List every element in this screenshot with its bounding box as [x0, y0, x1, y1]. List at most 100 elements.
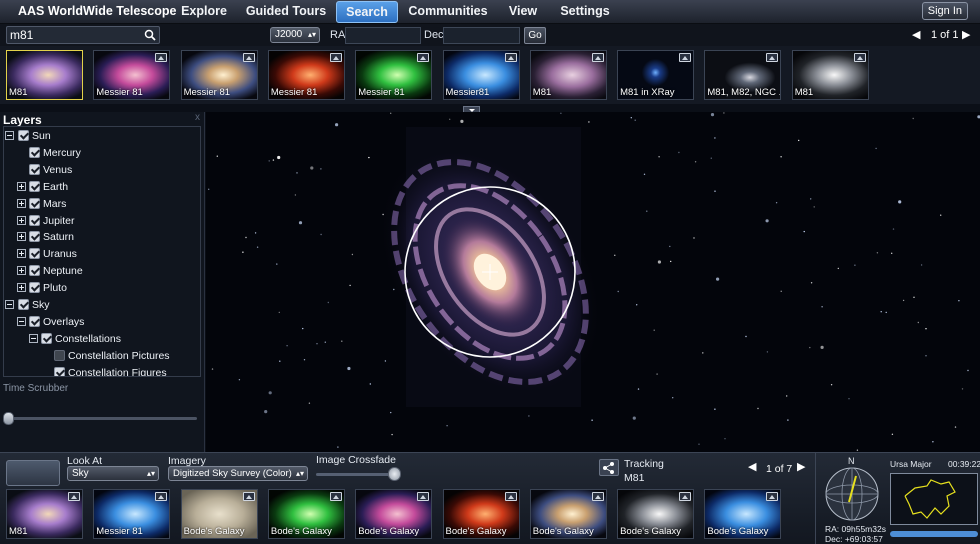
layer-checkbox[interactable]	[29, 180, 40, 192]
layer-checkbox[interactable]	[29, 315, 40, 327]
result-thumbnail[interactable]: Messier 81	[355, 50, 433, 100]
result-thumbnail[interactable]: M81, M82, NGC ...	[704, 50, 782, 100]
result-thumbnail[interactable]: Bode's Galaxy	[529, 489, 607, 539]
star	[460, 119, 464, 123]
layer-checkbox[interactable]	[29, 197, 40, 209]
layer-row[interactable]: Neptune	[4, 263, 200, 279]
star	[693, 237, 695, 239]
constellation-scroll[interactable]	[890, 531, 978, 537]
sky-view[interactable]	[206, 112, 980, 452]
constellation-map[interactable]	[890, 473, 978, 525]
star	[637, 388, 640, 390]
globe-compass-icon[interactable]	[824, 466, 880, 522]
menu-communities[interactable]: Communities	[406, 0, 490, 24]
result-thumbnail[interactable]: M81	[529, 50, 607, 100]
result-thumbnail[interactable]: Bode's Galaxy	[267, 489, 345, 539]
collapse-icon[interactable]	[17, 316, 26, 326]
layer-checkbox[interactable]	[29, 231, 40, 243]
menu-guided-tours[interactable]: Guided Tours	[244, 0, 328, 24]
result-thumbnail[interactable]: M81 in XRay	[617, 50, 695, 100]
layer-checkbox[interactable]	[54, 349, 65, 361]
layer-checkbox[interactable]	[41, 332, 52, 344]
results-next-icon[interactable]: ▶	[962, 28, 970, 41]
layer-checkbox[interactable]	[29, 163, 40, 175]
layer-row[interactable]: Saturn	[4, 229, 200, 245]
collapse-icon[interactable]	[29, 333, 38, 343]
time-scrubber-handle[interactable]	[3, 412, 14, 425]
menu-view[interactable]: View	[500, 0, 546, 24]
layer-row[interactable]: Constellation Pictures	[4, 348, 200, 364]
tracking-value: M81	[624, 472, 645, 484]
time-scrubber-track[interactable]	[5, 417, 197, 420]
layer-row[interactable]: Mars	[4, 196, 200, 212]
layer-checkbox[interactable]	[29, 146, 40, 158]
layer-row[interactable]: Sky	[4, 297, 200, 313]
layer-checkbox[interactable]	[29, 265, 40, 277]
result-thumbnail[interactable]: Bode's Galaxy	[617, 489, 695, 539]
layer-row[interactable]: Jupiter	[4, 213, 200, 229]
expand-icon[interactable]	[17, 181, 26, 191]
context-next-icon[interactable]: ▶	[797, 460, 805, 473]
layer-checkbox[interactable]	[18, 299, 29, 310]
close-icon[interactable]: x	[195, 112, 200, 123]
look-at-sky-icon[interactable]	[6, 460, 60, 486]
star	[276, 263, 278, 265]
result-thumbnail[interactable]: Messier 81	[267, 50, 345, 100]
epoch-select[interactable]: J2000 ▴▾	[270, 27, 320, 43]
layer-checkbox[interactable]	[29, 214, 40, 226]
ra-field[interactable]	[345, 27, 421, 44]
expand-icon[interactable]	[17, 232, 26, 242]
search-icon[interactable]	[144, 29, 156, 41]
menu-settings[interactable]: Settings	[556, 0, 614, 24]
thumbnail-caption: Bode's Galaxy	[445, 526, 507, 537]
layer-row[interactable]: Overlays	[4, 314, 200, 330]
result-thumbnail[interactable]: Bode's Galaxy	[180, 489, 258, 539]
result-thumbnail[interactable]: Messier 81	[93, 50, 171, 100]
menu-search[interactable]: Search	[336, 1, 398, 23]
expand-icon[interactable]	[17, 266, 26, 276]
expand-icon[interactable]	[17, 215, 26, 225]
star	[634, 119, 636, 121]
result-thumbnail[interactable]: Bode's Galaxy	[442, 489, 520, 539]
layer-checkbox[interactable]	[29, 282, 40, 294]
layer-row[interactable]: Constellation Figures	[4, 365, 200, 376]
layer-row[interactable]: Pluto	[4, 280, 200, 296]
layer-row[interactable]: Earth	[4, 179, 200, 195]
layer-row[interactable]: Mercury	[4, 145, 200, 161]
layer-row[interactable]: Constellations	[4, 331, 200, 347]
sign-in-button[interactable]: Sign In	[921, 2, 968, 20]
result-thumbnail[interactable]: Messier 81	[180, 50, 258, 100]
expand-icon[interactable]	[17, 249, 26, 259]
results-prev-icon[interactable]: ◀	[912, 28, 920, 41]
result-thumbnail[interactable]: Bode's Galaxy	[355, 489, 433, 539]
layer-row[interactable]: Venus	[4, 162, 200, 178]
look-at-select[interactable]: Sky ▴▾	[67, 466, 159, 481]
imagery-select[interactable]: Digitized Sky Survey (Color) ▴▾	[168, 466, 308, 481]
layer-row[interactable]: Uranus	[4, 246, 200, 262]
share-icon[interactable]	[599, 459, 619, 476]
dec-field[interactable]	[443, 27, 520, 44]
result-thumbnail[interactable]: M81	[6, 489, 83, 539]
search-input[interactable]: m81	[6, 26, 160, 44]
menu-explore[interactable]: Explore	[176, 0, 232, 24]
sky-canvas	[206, 112, 980, 452]
layer-row[interactable]: Sun	[4, 128, 200, 144]
result-thumbnail[interactable]: Messier 81	[93, 489, 171, 539]
result-thumbnail[interactable]: M81	[6, 50, 83, 100]
expand-icon[interactable]	[17, 283, 26, 293]
collapse-icon[interactable]	[5, 131, 14, 140]
layer-checkbox[interactable]	[18, 130, 29, 141]
layer-checkbox[interactable]	[54, 366, 65, 376]
context-prev-icon[interactable]: ◀	[748, 460, 756, 473]
collapse-icon[interactable]	[5, 300, 14, 309]
crossfade-handle[interactable]	[388, 467, 401, 481]
layer-checkbox[interactable]	[29, 248, 40, 260]
result-thumbnail[interactable]: M81	[791, 50, 869, 100]
result-thumbnail[interactable]: Messier81	[442, 50, 520, 100]
result-thumbnail[interactable]: Bode's Galaxy	[704, 489, 782, 539]
go-button[interactable]: Go	[524, 27, 546, 44]
clock: 00:39:22	[948, 459, 980, 469]
crossfade-slider[interactable]	[316, 473, 398, 476]
expand-icon[interactable]	[17, 198, 26, 208]
star	[714, 408, 716, 410]
